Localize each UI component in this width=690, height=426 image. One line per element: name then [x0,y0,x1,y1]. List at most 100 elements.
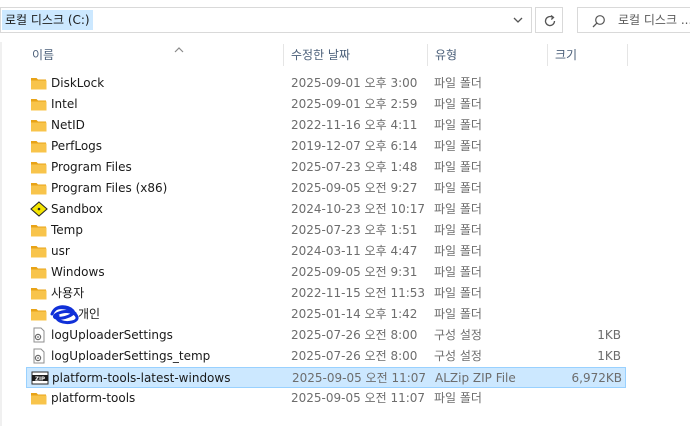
folder-icon [30,75,48,91]
file-name: logUploaderSettings_temp [51,349,211,363]
file-date: 2025-09-05 오전 11:07 [291,391,426,405]
folder-icon [30,285,48,301]
address-bar[interactable]: 로컬 디스크 (C:) [0,7,532,33]
file-size [536,73,621,94]
file-row[interactable]: platform-tools 2025-09-05 오전 11:07 파일 폴더 [26,388,626,409]
file-row[interactable]: DiskLock 2025-09-01 오후 3:00 파일 폴더 [26,73,626,94]
file-name: Intel [51,97,78,111]
file-name: Program Files [51,160,132,174]
file-size: 1KB [597,349,621,363]
file-row[interactable]: 사용자 2022-11-15 오전 11:53 파일 폴더 [26,283,626,304]
settings-file-icon [30,348,48,364]
file-size [536,283,621,304]
file-type: 파일 폴더 [434,244,482,258]
file-name: Windows [51,265,105,279]
file-size [536,115,621,136]
file-name: Sandbox [51,202,103,216]
file-size [536,262,621,283]
file-row[interactable]: PerfLogs 2019-12-07 오후 6:14 파일 폴더 [26,136,626,157]
folder-icon [30,96,48,112]
search-input[interactable] [618,11,690,29]
file-row[interactable]: Program Files 2025-07-23 오후 1:48 파일 폴더 [26,157,626,178]
file-size [536,136,621,157]
file-type: 파일 폴더 [434,307,482,321]
file-name: Temp [51,223,83,237]
address-toolbar: 로컬 디스크 (C:) [0,0,690,40]
file-size: 6,972KB [571,371,622,385]
folder-icon [30,390,48,406]
file-date: 2025-01-14 오후 1:42 [291,307,418,321]
file-type: 파일 폴더 [434,181,482,195]
file-name: NetID [51,118,85,132]
column-headers: 이름 수정한 날짜 유형 크기 [0,42,690,68]
file-type: 구성 설정 [434,328,482,342]
folder-icon [30,222,48,238]
file-row[interactable]: logUploaderSettings_temp 2025-07-26 오전 8:… [26,346,626,367]
file-date: 2025-07-26 오전 8:00 [291,349,418,363]
folder-icon [30,180,48,196]
file-type: 파일 폴더 [434,118,482,132]
file-row[interactable]: logUploaderSettings 2025-07-26 오전 8:00 구성 … [26,325,626,346]
zip-file-icon: ZIP [31,370,49,386]
file-type: 파일 폴더 [434,160,482,174]
file-date: 2022-11-15 오전 11:53 [291,286,426,300]
refresh-button[interactable] [535,7,563,33]
file-date: 2019-12-07 오후 6:14 [291,139,418,153]
file-row[interactable]: Windows 2025-09-05 오전 9:31 파일 폴더 [26,262,626,283]
file-row[interactable]: NetID 2022-11-16 오후 4:11 파일 폴더 [26,115,626,136]
search-box[interactable] [577,7,690,33]
file-row[interactable]: Intel 2025-09-01 오후 2:59 파일 폴더 [26,94,626,115]
svg-text:ZIP: ZIP [35,376,45,382]
column-header-label: 유형 [435,48,458,62]
file-type: ALZip ZIP File [435,371,516,385]
column-header-label: 크기 [555,48,578,62]
file-size [536,241,621,262]
folder-icon [30,138,48,154]
column-header-type[interactable]: 유형 [427,42,547,68]
file-name: DiskLock [51,76,105,90]
file-size [536,388,621,409]
settings-file-icon [30,327,48,343]
file-row[interactable]: usr 2024-03-11 오후 4:47 파일 폴더 [26,241,626,262]
file-size [536,178,621,199]
file-date: 2025-07-23 오후 1:51 [291,223,418,237]
file-type: 파일 폴더 [434,139,482,153]
folder-icon [30,117,48,133]
file-date: 2025-09-05 오전 11:07 [292,371,427,385]
folder-icon [30,243,48,259]
file-row[interactable]: Sandbox 2024-10-23 오전 10:17 파일 폴더 [26,199,626,220]
column-header-size[interactable]: 크기 [547,42,627,68]
refresh-icon [544,14,556,27]
file-type: 파일 폴더 [434,286,482,300]
file-name: Program Files (x86) [51,181,168,195]
chevron-down-icon[interactable] [511,12,525,28]
file-type: 파일 폴더 [434,391,482,405]
sandbox-icon [30,201,48,217]
file-size [536,304,621,325]
file-type: 파일 폴더 [434,202,482,216]
file-row[interactable]: ZIP platform-tools-latest-windows 2025-09-… [26,367,626,388]
file-row[interactable]: Temp 2025-07-23 오후 1:51 파일 폴더 [26,220,626,241]
search-icon [592,15,605,28]
file-date: 2025-09-05 오전 9:27 [291,181,418,195]
column-divider[interactable] [627,44,628,66]
file-name: logUploaderSettings [51,328,173,342]
file-row[interactable]: Program Files (x86) 2025-09-05 오전 9:27 파일 … [26,178,626,199]
file-size [536,220,621,241]
column-header-name[interactable]: 이름 [24,42,282,68]
file-size: 1KB [597,328,621,342]
column-header-date[interactable]: 수정한 날짜 [283,42,427,68]
breadcrumb-local-disk[interactable]: 로컬 디스크 (C:) [2,10,93,30]
column-header-label: 이름 [32,48,55,62]
file-name: 개인 [78,307,101,321]
column-header-label: 수정한 날짜 [291,48,351,62]
file-date: 2025-07-23 오후 1:48 [291,160,418,174]
file-size [536,199,621,220]
folder-icon [30,306,48,322]
file-date: 2024-10-23 오전 10:17 [291,202,426,216]
folder-icon [30,159,48,175]
navigation-pane-edge [0,42,2,426]
file-type: 파일 폴더 [434,223,482,237]
file-date: 2025-09-05 오전 9:31 [291,265,418,279]
file-row[interactable]: 개인 2025-01-14 오후 1:42 파일 폴더 [26,304,626,325]
